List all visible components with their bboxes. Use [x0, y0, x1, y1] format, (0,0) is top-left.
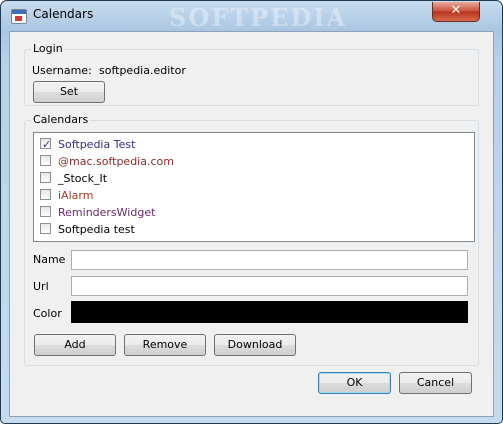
- calendar-checkbox[interactable]: [40, 172, 51, 183]
- cancel-button[interactable]: Cancel: [399, 372, 472, 394]
- set-button[interactable]: Set: [33, 81, 105, 103]
- calendar-checkbox[interactable]: ✓: [40, 138, 51, 151]
- remove-button[interactable]: Remove: [124, 334, 206, 356]
- close-button[interactable]: ✕: [432, 2, 480, 22]
- calendar-checkbox[interactable]: [40, 223, 51, 234]
- calendar-checkbox[interactable]: [40, 206, 51, 217]
- download-button[interactable]: Download: [214, 334, 296, 356]
- username-value: softpedia.editor: [99, 64, 186, 77]
- calendars-group-label: Calendars: [31, 113, 91, 126]
- name-input[interactable]: [71, 250, 468, 270]
- username-label: Username:: [32, 64, 92, 77]
- check-icon: ✓: [42, 138, 52, 151]
- calendar-item-label: iAlarm: [58, 189, 94, 202]
- ok-button[interactable]: OK: [318, 372, 391, 394]
- window-title: Calendars: [33, 7, 94, 21]
- add-button[interactable]: Add: [34, 334, 116, 356]
- calendar-checkbox[interactable]: [40, 189, 51, 200]
- color-picker-swatch[interactable]: [71, 301, 468, 323]
- url-input[interactable]: [71, 276, 468, 296]
- url-label: Url: [33, 280, 49, 293]
- login-group-label: Login: [31, 42, 65, 55]
- calendar-item-label: Softpedia test: [58, 223, 135, 236]
- color-label: Color: [33, 307, 62, 320]
- calendar-item-label: Softpedia Test: [58, 138, 136, 151]
- calendar-icon: [11, 9, 27, 24]
- calendars-window: Calendars SOFTPEDIA ✕ Login Username: so…: [0, 0, 503, 424]
- calendar-item-label: @mac.softpedia.com: [58, 155, 174, 168]
- dialog-client-area: Login Username: softpedia.editor Set Cal…: [9, 31, 494, 417]
- watermark: SOFTPEDIA: [169, 3, 348, 32]
- calendar-checkbox[interactable]: [40, 155, 51, 166]
- title-bar[interactable]: Calendars SOFTPEDIA ✕: [1, 1, 502, 32]
- name-label: Name: [33, 253, 66, 266]
- calendar-item-label: RemindersWidget: [58, 206, 156, 219]
- calendar-item-label: _Stock_It: [58, 172, 108, 185]
- calendar-list[interactable]: ✓ Softpedia Test @mac.softpedia.com _Stock_…: [33, 132, 475, 242]
